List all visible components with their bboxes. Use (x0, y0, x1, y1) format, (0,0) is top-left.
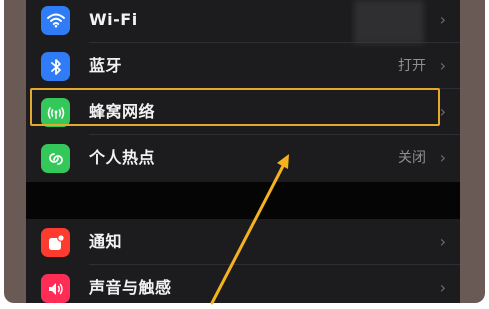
highlight-box (30, 88, 440, 126)
chevron-right-icon: › (439, 10, 446, 29)
settings-screen: Wi-Fi › 蓝牙 打开 › 蜂窝网络 › 个人热点 关闭 › 通知 › 声音… (26, 0, 460, 303)
settings-row-value: 打开 (398, 58, 426, 74)
settings-row-label: Wi-Fi (89, 10, 138, 29)
chevron-right-icon: › (439, 102, 446, 121)
settings-row-value: 关闭 (398, 150, 426, 166)
sounds-icon (41, 274, 70, 303)
settings-row-sounds[interactable]: 声音与触感 › (26, 265, 460, 303)
wifi-icon (41, 6, 70, 35)
settings-row-notifications[interactable]: 通知 › (26, 219, 460, 265)
notifications-icon (41, 228, 70, 257)
phone-frame: Wi-Fi › 蓝牙 打开 › 蜂窝网络 › 个人热点 关闭 › 通知 › 声音… (4, 0, 485, 303)
settings-row-label: 蓝牙 (89, 56, 123, 75)
chevron-right-icon: › (439, 56, 446, 75)
settings-row-label: 通知 (89, 232, 123, 251)
chevron-right-icon: › (439, 148, 446, 167)
settings-row-bluetooth[interactable]: 蓝牙 打开 › (26, 43, 460, 89)
bluetooth-icon (41, 52, 70, 81)
chevron-right-icon: › (439, 278, 446, 297)
settings-row-label: 个人热点 (89, 148, 156, 167)
settings-row-label: 声音与触感 (89, 278, 172, 297)
settings-row-hotspot[interactable]: 个人热点 关闭 › (26, 135, 460, 181)
hotspot-icon (41, 144, 70, 173)
blurred-region (354, 0, 424, 44)
chevron-right-icon: › (439, 232, 446, 251)
section-gap (26, 182, 460, 219)
